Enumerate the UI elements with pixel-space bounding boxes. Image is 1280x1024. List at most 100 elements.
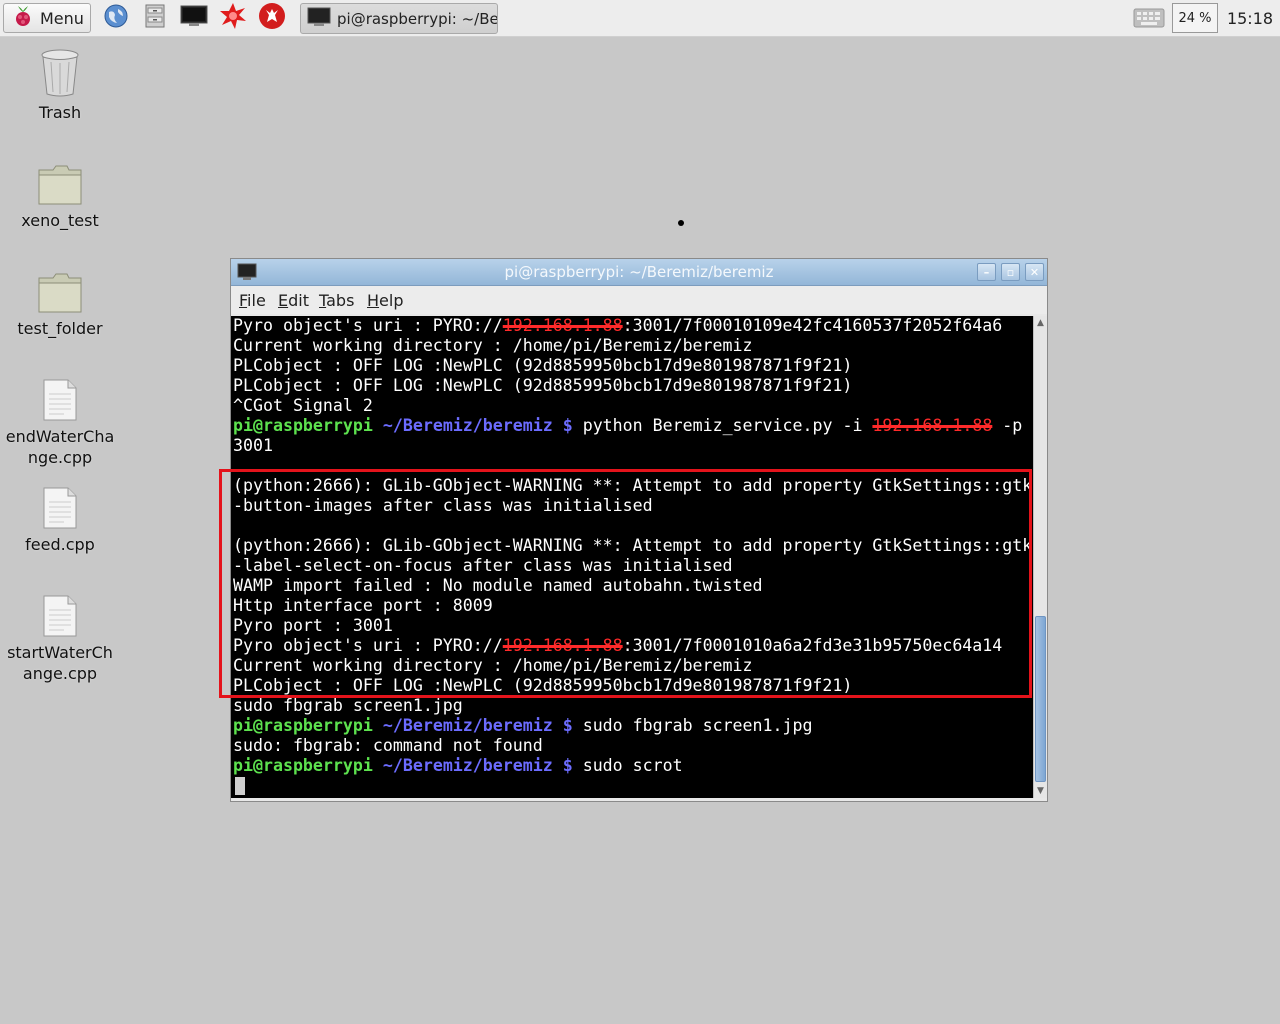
terminal-text: PLCobject : OFF LOG :NewPLC (92d8859950b…: [233, 356, 853, 375]
desktop-icon-trash[interactable]: Trash: [5, 44, 115, 123]
redacted-ip: 192.168.1.88: [502, 636, 623, 655]
menu-mnemonic: H: [367, 291, 380, 310]
desktop-icon-startwaterchange[interactable]: startWaterCh ange.cpp: [5, 584, 115, 684]
terminal-text: sudo fbgrab screen1.jpg: [233, 696, 463, 715]
minimize-button[interactable]: –: [977, 263, 996, 281]
window-title: pi@raspberrypi: ~/Beremiz/beremiz: [504, 263, 774, 281]
menu-mnemonic: E: [278, 291, 289, 310]
prompt-path: ~/Beremiz/beremiz $: [382, 416, 573, 435]
terminal-text: :3001/7f00010109e42fc4160537f2052f64a6: [622, 316, 1003, 335]
terminal-text: Pyro object's uri : PYRO://: [233, 316, 503, 335]
trash-icon: [5, 44, 115, 98]
menu-label: ile: [247, 291, 266, 310]
terminal-menubar: File Edit Tabs Help: [231, 286, 1047, 314]
file-icon: [5, 368, 115, 422]
terminal-text: Current working directory : /home/pi/Ber…: [233, 656, 753, 675]
file-manager-icon: [144, 3, 166, 33]
terminal-command: sudo fbgrab screen1.jpg: [582, 716, 813, 735]
terminal-cursor: [235, 777, 245, 795]
terminal-text: Http interface port : 8009: [233, 596, 493, 615]
terminal-icon: [307, 7, 331, 31]
maximize-button[interactable]: ▫: [1001, 263, 1020, 281]
terminal-output[interactable]: Pyro object's uri : PYRO://192.168.1.88:…: [231, 316, 1033, 798]
terminal-line: pi@raspberrypi ~/Beremiz/beremiz $ pytho…: [231, 416, 1033, 436]
cpu-usage-monitor[interactable]: 24 %: [1172, 3, 1218, 33]
raspberry-icon: [12, 4, 34, 32]
file-manager-launcher[interactable]: [139, 3, 171, 33]
desktop-icon-feed[interactable]: feed.cpp: [5, 476, 115, 555]
terminal-window[interactable]: pi@raspberrypi: ~/Beremiz/beremiz – ▫ ✕ …: [219, 258, 1048, 802]
redacted-ip: 192.168.1.88: [872, 416, 993, 435]
terminal-line: 3001: [231, 436, 1033, 456]
terminal-line: Http interface port : 8009: [231, 596, 1033, 616]
terminal-line: -label-select-on-focus after class was i…: [231, 556, 1033, 576]
keyboard-icon[interactable]: [1132, 6, 1166, 30]
menu-label: elp: [379, 291, 404, 310]
terminal-text: ^CGot Signal 2: [233, 396, 373, 415]
desktop-icon-endwaterchange[interactable]: endWaterCha nge.cpp: [5, 368, 115, 468]
folder-icon: [5, 152, 115, 206]
wolfram-icon: [258, 2, 286, 34]
scroll-down-arrow-icon[interactable]: ▼: [1034, 784, 1047, 798]
terminal-text: Pyro object's uri : PYRO://: [233, 636, 503, 655]
terminal-line: (python:2666): GLib-GObject-WARNING **: …: [231, 476, 1033, 496]
terminal-command: sudo scrot: [582, 756, 683, 775]
file-icon: [5, 476, 115, 530]
web-browser-icon: [103, 3, 129, 33]
close-button[interactable]: ✕: [1025, 263, 1044, 281]
clock[interactable]: 15:18: [1222, 0, 1278, 36]
menu-mnemonic: F: [239, 291, 248, 310]
terminal-text: WAMP import failed : No module named aut…: [233, 576, 763, 595]
menu-tabs[interactable]: Tabs: [319, 291, 354, 310]
taskbar-window-terminal[interactable]: pi@raspberrypi: ~/Be...: [300, 3, 498, 34]
terminal-text: sudo: fbgrab: command not found: [233, 736, 543, 755]
vertical-scrollbar[interactable]: ▲ ▼: [1033, 316, 1047, 798]
taskbar: Menu pi@raspberrypi: ~/Be... 24 % 15:18: [0, 0, 1280, 37]
web-browser-launcher[interactable]: [100, 3, 132, 33]
menu-edit[interactable]: Edit: [278, 291, 309, 310]
minimize-icon: –: [983, 265, 990, 279]
mouse-pointer: [678, 220, 684, 226]
terminal-text: Pyro port : 3001: [233, 616, 393, 635]
menu-help[interactable]: Help: [367, 291, 403, 310]
terminal-line: WAMP import failed : No module named aut…: [231, 576, 1033, 596]
terminal-line: PLCobject : OFF LOG :NewPLC (92d8859950b…: [231, 676, 1033, 696]
scroll-up-arrow-icon[interactable]: ▲: [1034, 316, 1047, 330]
terminal-line: Pyro object's uri : PYRO://192.168.1.88:…: [231, 636, 1033, 656]
terminal-text: 3001: [233, 436, 273, 455]
file-icon: [5, 584, 115, 638]
terminal-text: -p: [992, 416, 1023, 435]
terminal-text: Current working directory : /home/pi/Ber…: [233, 336, 753, 355]
terminal-text: (python:2666): GLib-GObject-WARNING **: …: [233, 536, 1033, 555]
mathematica-launcher[interactable]: [217, 3, 249, 33]
desktop-icon-label: endWaterCha nge.cpp: [5, 427, 115, 467]
terminal-icon: [180, 4, 208, 32]
menu-button[interactable]: Menu: [3, 3, 91, 33]
terminal-text: -button-images after class was initialis…: [233, 496, 653, 515]
terminal-launcher[interactable]: [178, 3, 210, 33]
terminal-text: -label-select-on-focus after class was i…: [233, 556, 733, 575]
mathematica-icon: [219, 2, 247, 34]
terminal-text: :3001/7f0001010a6a2fd3e31b95750ec64a14: [622, 636, 1003, 655]
prompt-path: ~/Beremiz/beremiz $: [382, 756, 573, 775]
desktop-icon-label: test_folder: [17, 319, 103, 338]
desktop-icon-test-folder[interactable]: test_folder: [5, 260, 115, 339]
scrollbar-thumb[interactable]: [1035, 616, 1046, 782]
menu-label: dit: [288, 291, 309, 310]
taskbar-window-title: pi@raspberrypi: ~/Be...: [337, 9, 498, 28]
close-icon: ✕: [1029, 265, 1040, 279]
terminal-line: pi@raspberrypi ~/Beremiz/beremiz $ sudo …: [231, 756, 1033, 776]
terminal-line: sudo: fbgrab: command not found: [231, 736, 1033, 756]
window-titlebar[interactable]: pi@raspberrypi: ~/Beremiz/beremiz – ▫ ✕: [231, 259, 1047, 286]
wolfram-launcher[interactable]: [256, 3, 288, 33]
desktop-icon-label: Trash: [38, 103, 82, 122]
prompt-path: ~/Beremiz/beremiz $: [382, 716, 573, 735]
menu-label: Menu: [40, 8, 84, 28]
terminal-line: PLCobject : OFF LOG :NewPLC (92d8859950b…: [231, 356, 1033, 376]
menu-label: abs: [326, 291, 355, 310]
desktop-icon-xeno-test[interactable]: xeno_test: [5, 152, 115, 231]
terminal-text: (python:2666): GLib-GObject-WARNING **: …: [233, 476, 1033, 495]
terminal-line: Current working directory : /home/pi/Ber…: [231, 656, 1033, 676]
menu-file[interactable]: File: [239, 291, 266, 310]
